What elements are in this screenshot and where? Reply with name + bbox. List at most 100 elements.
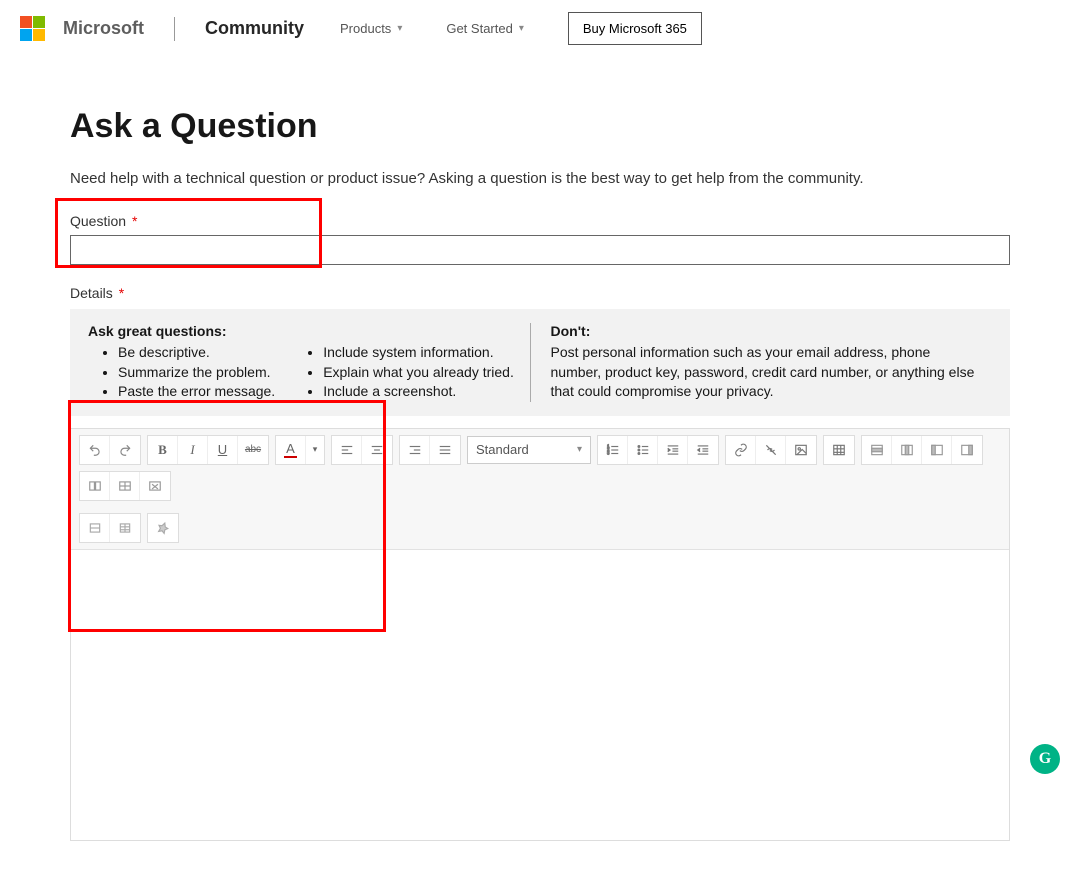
pin-icon bbox=[156, 521, 170, 535]
align-left-icon bbox=[340, 443, 354, 457]
details-label-text: Details bbox=[70, 285, 113, 301]
nav-community[interactable]: Community bbox=[205, 18, 304, 39]
nav-get-started[interactable]: Get Started ▾ bbox=[446, 21, 524, 36]
image-button[interactable] bbox=[786, 436, 816, 464]
pin-button[interactable] bbox=[148, 514, 178, 542]
page-subtitle: Need help with a technical question or p… bbox=[70, 170, 1010, 187]
align-justify-button[interactable] bbox=[430, 436, 460, 464]
split-cells-button[interactable] bbox=[110, 472, 140, 500]
toolbar-group-table-layout bbox=[861, 435, 983, 465]
unordered-list-button[interactable] bbox=[628, 436, 658, 464]
delete-table-button[interactable] bbox=[140, 472, 170, 500]
grid-b-icon bbox=[118, 521, 132, 535]
nav-products-label: Products bbox=[340, 21, 391, 36]
indent-button[interactable] bbox=[658, 436, 688, 464]
tips-list-a: Be descriptive. Summarize the problem. P… bbox=[88, 343, 275, 402]
editor-body[interactable] bbox=[71, 550, 1009, 840]
tips-list-b: Include system information. Explain what… bbox=[293, 343, 514, 402]
link-button[interactable] bbox=[726, 436, 756, 464]
tip-item: Be descriptive. bbox=[118, 343, 275, 363]
table-col-button[interactable] bbox=[892, 436, 922, 464]
grammarly-badge-icon[interactable]: G bbox=[1030, 744, 1060, 774]
extra-grid-b-button[interactable] bbox=[110, 514, 140, 542]
redo-button[interactable] bbox=[110, 436, 140, 464]
tips-left: Ask great questions: Be descriptive. Sum… bbox=[88, 323, 530, 402]
redo-icon bbox=[118, 443, 132, 457]
main-content: Ask a Question Need help with a technica… bbox=[0, 57, 1080, 871]
tip-item: Include system information. bbox=[323, 343, 514, 363]
toolbar-group-insert bbox=[725, 435, 817, 465]
microsoft-logo-icon bbox=[20, 16, 45, 41]
divider bbox=[174, 17, 175, 41]
align-center-button[interactable] bbox=[362, 436, 392, 464]
nav-get-started-label: Get Started bbox=[446, 21, 512, 36]
format-select-label: Standard bbox=[476, 442, 529, 457]
toolbar-group-misc bbox=[147, 513, 179, 543]
tips-right-title: Don't: bbox=[551, 323, 981, 339]
toolbar-group-table-cells bbox=[79, 471, 171, 501]
bold-button[interactable]: B bbox=[148, 436, 178, 464]
brand-text: Microsoft bbox=[63, 18, 144, 39]
delete-table-icon bbox=[148, 479, 162, 493]
ordered-list-button[interactable]: 123 bbox=[598, 436, 628, 464]
toolbar-group-extra bbox=[79, 513, 141, 543]
outdent-button[interactable] bbox=[688, 436, 718, 464]
italic-button[interactable]: I bbox=[178, 436, 208, 464]
required-mark: * bbox=[119, 285, 124, 301]
nav-products[interactable]: Products ▾ bbox=[340, 21, 402, 36]
image-icon bbox=[794, 443, 808, 457]
table-icon bbox=[832, 443, 846, 457]
tips-right: Don't: Post personal information such as… bbox=[530, 323, 993, 402]
question-label: Question * bbox=[70, 213, 1010, 229]
tip-item: Explain what you already tried. bbox=[323, 363, 514, 383]
text-color-dropdown[interactable]: ▾ bbox=[306, 436, 324, 464]
table-row-button[interactable] bbox=[862, 436, 892, 464]
align-right-icon bbox=[408, 443, 422, 457]
undo-icon bbox=[88, 443, 102, 457]
strikethrough-button[interactable]: abc bbox=[238, 436, 268, 464]
merge-icon bbox=[88, 479, 102, 493]
tip-item: Include a screenshot. bbox=[323, 382, 514, 402]
table-left-button[interactable] bbox=[922, 436, 952, 464]
extra-grid-a-button[interactable] bbox=[80, 514, 110, 542]
tips-left-title: Ask great questions: bbox=[88, 323, 518, 339]
toolbar-group-align-a bbox=[331, 435, 393, 465]
split-icon bbox=[118, 479, 132, 493]
tips-right-text: Post personal information such as your e… bbox=[551, 343, 981, 402]
toolbar-group-list: 123 bbox=[597, 435, 719, 465]
table-left-icon bbox=[930, 443, 944, 457]
chevron-down-icon: ▾ bbox=[397, 23, 402, 34]
merge-cells-button[interactable] bbox=[80, 472, 110, 500]
unlink-button[interactable] bbox=[756, 436, 786, 464]
rich-editor: B I U abc A ▾ bbox=[70, 428, 1010, 841]
tips-panel: Ask great questions: Be descriptive. Sum… bbox=[70, 309, 1010, 416]
details-label: Details * bbox=[70, 285, 1010, 301]
tip-item: Paste the error message. bbox=[118, 382, 275, 402]
grid-icon bbox=[88, 521, 102, 535]
ordered-list-icon: 123 bbox=[606, 443, 620, 457]
format-select[interactable]: Standard ▾ bbox=[467, 436, 591, 464]
required-mark: * bbox=[132, 213, 137, 229]
site-header: Microsoft Community Products ▾ Get Start… bbox=[0, 0, 1080, 57]
text-color-button[interactable]: A bbox=[276, 436, 306, 464]
align-left-button[interactable] bbox=[332, 436, 362, 464]
link-icon bbox=[734, 443, 748, 457]
table-col-icon bbox=[900, 443, 914, 457]
outdent-icon bbox=[696, 443, 710, 457]
undo-button[interactable] bbox=[80, 436, 110, 464]
table-right-icon bbox=[960, 443, 974, 457]
toolbar-group-table bbox=[823, 435, 855, 465]
chevron-down-icon: ▾ bbox=[519, 23, 524, 34]
buy-365-button[interactable]: Buy Microsoft 365 bbox=[568, 12, 702, 45]
align-right-button[interactable] bbox=[400, 436, 430, 464]
table-right-button[interactable] bbox=[952, 436, 982, 464]
table-button[interactable] bbox=[824, 436, 854, 464]
question-label-text: Question bbox=[70, 213, 126, 229]
align-center-icon bbox=[370, 443, 384, 457]
question-input[interactable] bbox=[70, 235, 1010, 265]
tip-item: Summarize the problem. bbox=[118, 363, 275, 383]
underline-button[interactable]: U bbox=[208, 436, 238, 464]
toolbar-group-color: A ▾ bbox=[275, 435, 325, 465]
indent-icon bbox=[666, 443, 680, 457]
toolbar-group-align-b bbox=[399, 435, 461, 465]
